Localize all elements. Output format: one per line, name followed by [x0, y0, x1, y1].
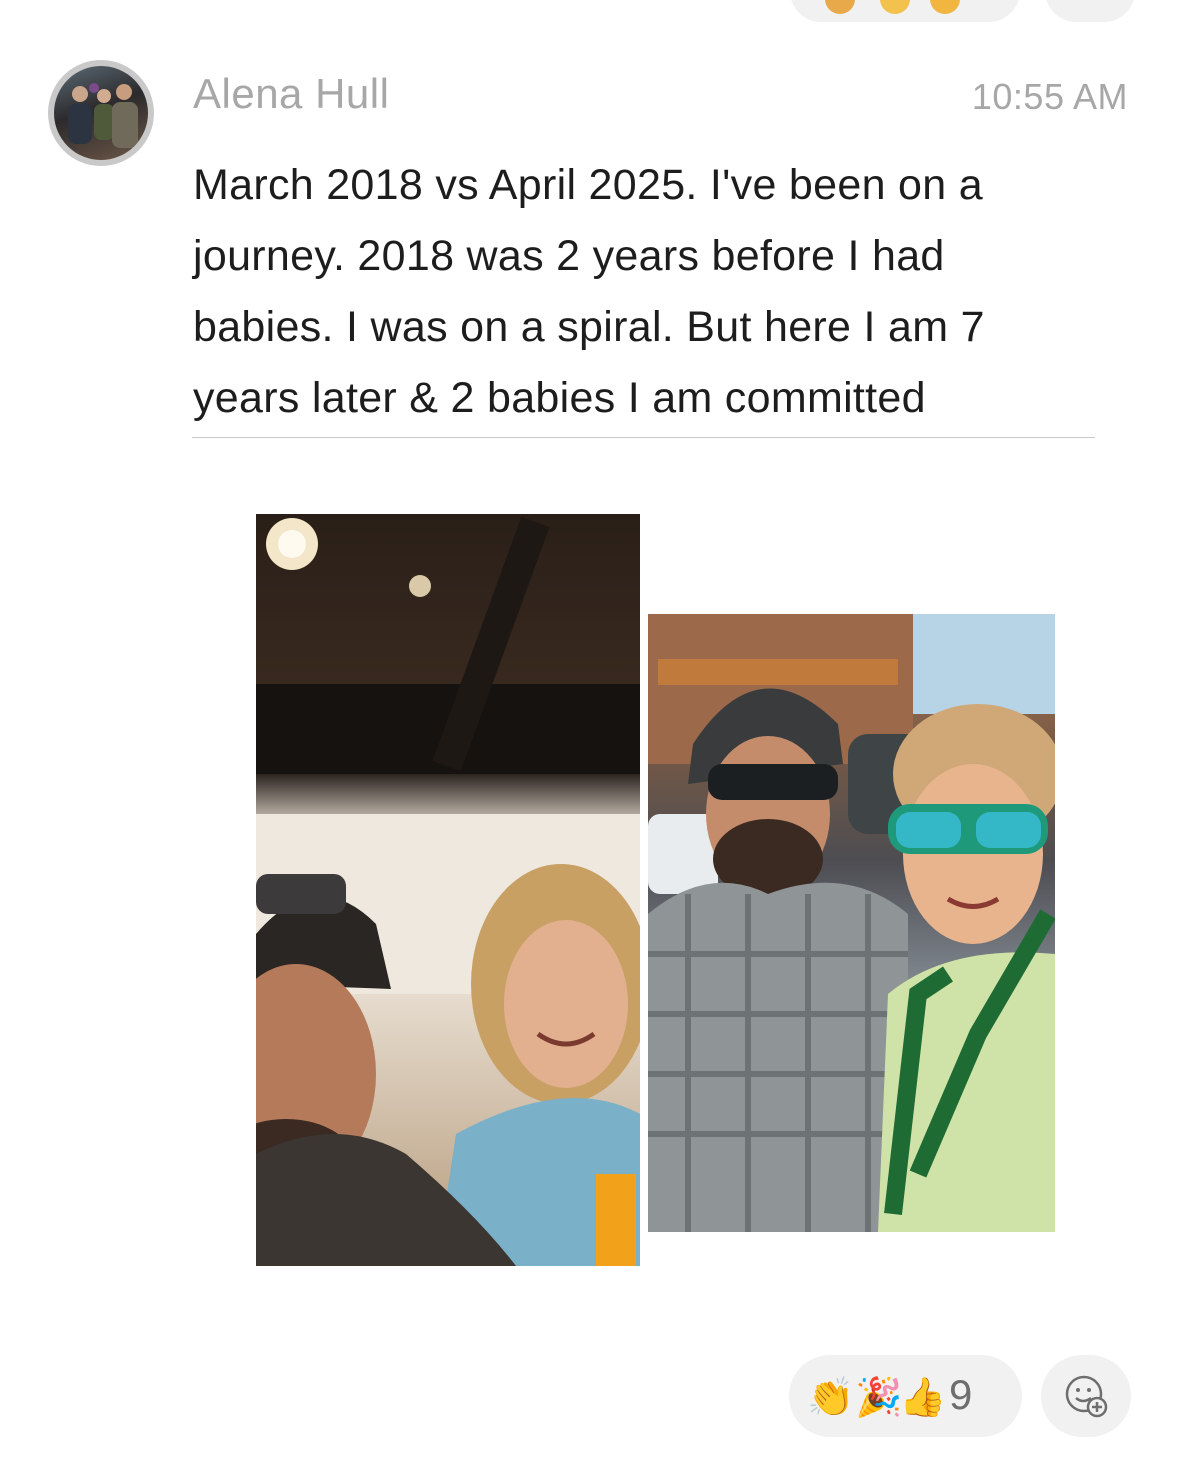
reaction-emoji-icon	[825, 0, 855, 14]
message-text: March 2018 vs April 2025. I've been on a…	[193, 150, 1103, 434]
add-reaction-button[interactable]	[1041, 1355, 1131, 1437]
photo-2018[interactable]	[256, 514, 640, 1266]
message-divider	[192, 437, 1095, 438]
reaction-count: 9	[949, 1371, 973, 1418]
photo-2025[interactable]	[648, 614, 1055, 1232]
author-name[interactable]: Alena Hull	[193, 70, 389, 118]
add-emoji-icon	[1065, 1375, 1108, 1418]
message-text-line: years later & 2 babies I am committed	[193, 374, 926, 422]
previous-reactions-pill[interactable]	[790, 0, 1020, 22]
thumbs-up-icon: 👍	[899, 1375, 947, 1419]
message-text-line: journey. 2018 was 2 years before I had	[193, 232, 945, 280]
avatar[interactable]	[48, 60, 154, 166]
reactions-pill[interactable]: 👏 🎉 👍 9	[789, 1355, 1022, 1437]
message-text-line: babies. I was on a spiral. But here I am…	[193, 303, 985, 351]
avatar-image	[68, 83, 138, 148]
avatar-photo	[54, 66, 148, 160]
message-timestamp: 10:55 AM	[971, 76, 1128, 117]
photo-2025-image	[648, 614, 1055, 1232]
previous-add-reaction-button[interactable]	[1045, 0, 1135, 22]
party-popper-icon: 🎉	[855, 1375, 903, 1419]
photo-2018-image	[256, 516, 640, 1266]
reaction-emoji-icon	[880, 0, 910, 14]
thumbs-up-icon	[930, 0, 960, 14]
message-text-line: March 2018 vs April 2025. I've been on a	[193, 161, 983, 209]
clapping-hands-icon: 👏	[807, 1375, 855, 1419]
